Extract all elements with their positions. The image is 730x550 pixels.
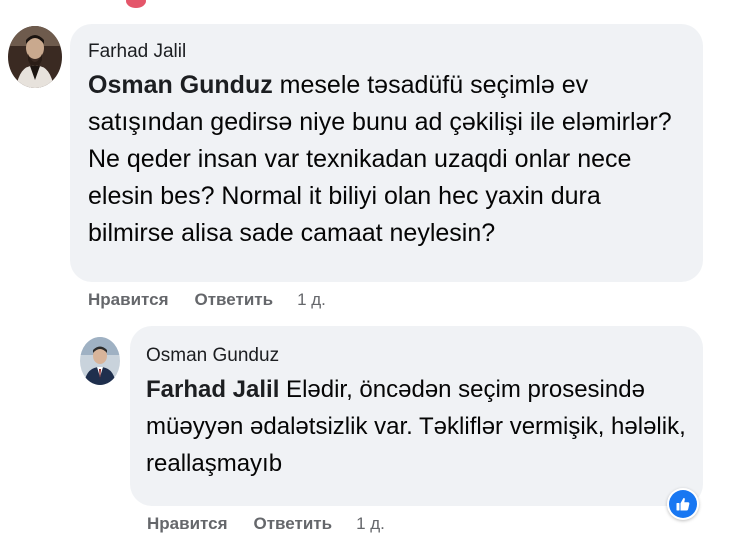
mention-link[interactable]: Osman Gunduz: [88, 71, 273, 99]
reply-text: Farhad Jalil Elədir, öncədən seçim prose…: [146, 371, 687, 482]
reply-author[interactable]: Osman Gunduz: [146, 344, 687, 368]
timestamp[interactable]: 1 д.: [297, 290, 326, 310]
reply-button[interactable]: Ответить: [254, 514, 333, 534]
avatar[interactable]: [8, 26, 62, 88]
comment-author[interactable]: Farhad Jalil: [88, 40, 685, 64]
reply-actions: Нравится Ответить 1 д.: [147, 514, 385, 534]
comment-bubble: Farhad Jalil Osman Gunduz mesele təsadüf…: [70, 24, 703, 282]
like-reaction-badge[interactable]: [667, 488, 699, 520]
reply-button[interactable]: Ответить: [195, 290, 274, 310]
avatar[interactable]: [80, 337, 120, 385]
timestamp[interactable]: 1 д.: [356, 514, 385, 534]
reaction-icon: [124, 0, 148, 10]
comment-text: Osman Gunduz mesele təsadüfü seçimlə ev …: [88, 67, 685, 252]
mention-link[interactable]: Farhad Jalil: [146, 376, 279, 403]
reply-bubble: Osman Gunduz Farhad Jalil Elədir, öncədə…: [130, 326, 703, 506]
thumbs-up-icon: [669, 490, 697, 518]
comment-actions: Нравится Ответить 1 д.: [88, 290, 326, 310]
like-button[interactable]: Нравится: [88, 290, 169, 310]
like-button[interactable]: Нравится: [147, 514, 228, 534]
